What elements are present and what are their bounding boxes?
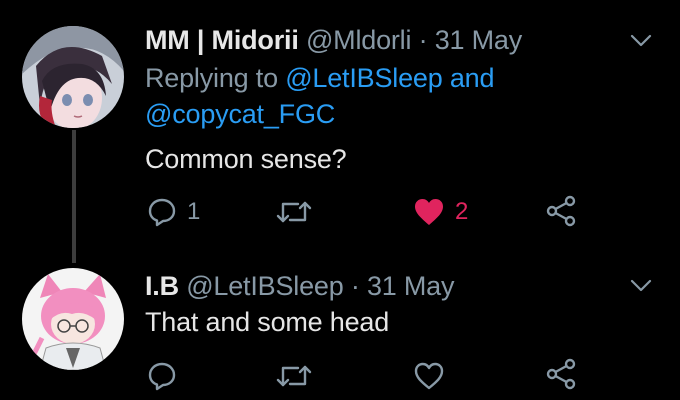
tweet-text: Common sense?	[145, 144, 347, 174]
reply-count: 1	[187, 198, 201, 225]
retweet-button[interactable]	[276, 363, 312, 389]
share-button[interactable]	[546, 358, 578, 390]
tweet-thread: MM | Midorii @Mldorli · 31 May Replying …	[0, 0, 680, 400]
retweet-button[interactable]	[276, 199, 312, 225]
thread-connector-line	[72, 130, 76, 263]
reply-button[interactable]	[147, 361, 177, 391]
share-icon	[546, 195, 576, 227]
timestamp[interactable]: 31 May	[367, 271, 455, 301]
timestamp[interactable]: 31 May	[435, 25, 523, 55]
heart-filled-icon	[415, 199, 443, 225]
retweet-icon	[276, 201, 312, 223]
share-icon	[546, 358, 576, 390]
replying-to-line: Replying to @LetIBSleep and	[145, 62, 494, 94]
replying-to-prefix: Replying to	[145, 63, 278, 93]
avatar[interactable]	[22, 268, 124, 370]
replying-to-and[interactable]: and	[450, 63, 495, 93]
tweet-menu-button[interactable]	[630, 34, 652, 48]
like-button[interactable]: 2	[413, 197, 468, 227]
mention-link[interactable]: @LetIBSleep	[285, 63, 443, 93]
chevron-down-icon	[630, 34, 652, 47]
tweet-menu-button[interactable]	[630, 279, 652, 293]
chevron-down-icon	[630, 279, 652, 292]
reply-button[interactable]: 1	[147, 197, 200, 227]
tweet-header: I.B @LetIBSleep · 31 May	[145, 270, 454, 302]
heart-outline-icon	[414, 362, 444, 390]
retweet-icon	[276, 365, 312, 387]
reply-icon	[148, 198, 176, 227]
separator: ·	[418, 25, 428, 55]
avatar[interactable]	[22, 26, 124, 128]
reply-icon	[148, 362, 176, 391]
like-count: 2	[455, 198, 469, 225]
tweet-text: That and some head	[145, 307, 390, 337]
share-button[interactable]	[546, 195, 578, 227]
tweet-header: MM | Midorii @Mldorli · 31 May	[145, 24, 522, 56]
mention-link[interactable]: @copycat_FGC	[145, 99, 335, 129]
handle[interactable]: @LetIBSleep	[186, 271, 344, 301]
display-name[interactable]: MM | Midorii	[145, 25, 299, 55]
display-name[interactable]: I.B	[145, 271, 179, 301]
handle[interactable]: @Mldorli	[306, 25, 412, 55]
separator: ·	[350, 271, 360, 301]
like-button[interactable]	[413, 361, 445, 391]
replying-to-line-2: @copycat_FGC	[145, 98, 335, 130]
